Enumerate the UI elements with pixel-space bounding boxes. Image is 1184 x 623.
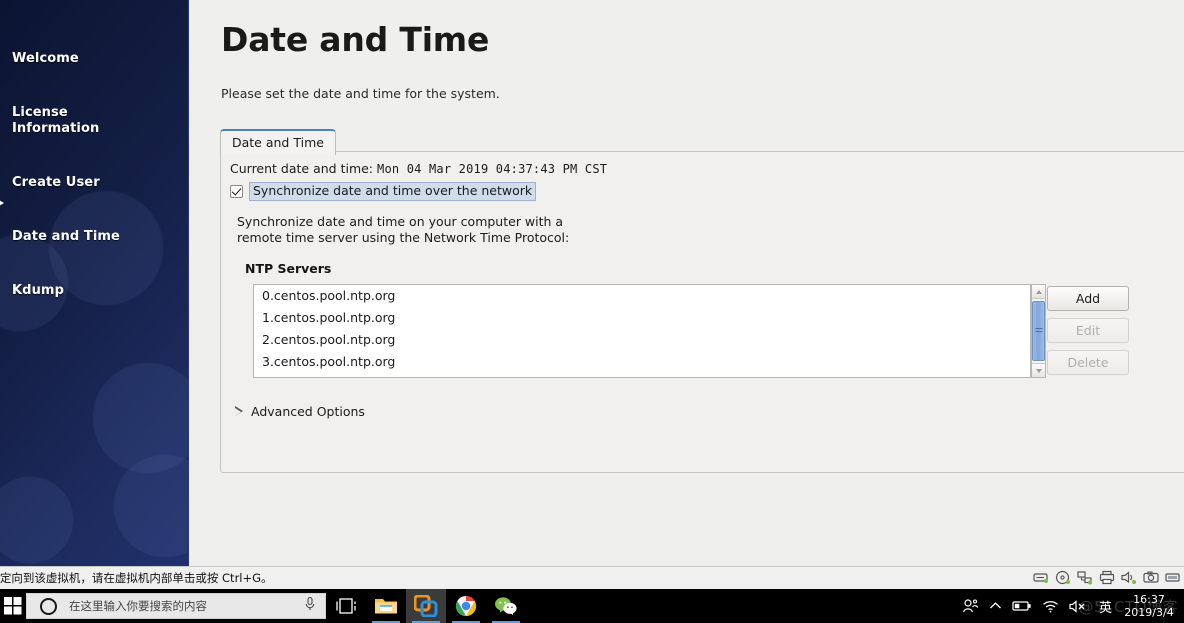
speaker-muted-icon[interactable] bbox=[1069, 599, 1089, 613]
list-item[interactable]: 2.centos.pool.ntp.org bbox=[254, 329, 1030, 351]
ntp-actions: Add Edit Delete bbox=[1047, 286, 1129, 382]
current-datetime-value: Mon 04 Mar 2019 04:37:43 PM CST bbox=[377, 162, 608, 176]
list-item[interactable]: 1.centos.pool.ntp.org bbox=[254, 307, 1030, 329]
add-button[interactable]: Add bbox=[1047, 286, 1129, 311]
tab-strip: Date and Time bbox=[220, 129, 336, 155]
sound-icon[interactable] bbox=[1121, 570, 1137, 585]
windows-taskbar: 在这里输入你要搜索的内容 英 16:37 2019/3/4 @51CTO博客 bbox=[0, 589, 1184, 623]
list-item[interactable]: 0.centos.pool.ntp.org bbox=[254, 285, 1030, 307]
sidebar-item-label: Create User bbox=[12, 175, 100, 190]
usb-icon[interactable] bbox=[1165, 570, 1181, 585]
taskbar-app-vmware-workstation[interactable] bbox=[406, 589, 446, 623]
virtual-machine-screen: Welcome License Information Create User … bbox=[0, 0, 1184, 566]
installer-nav: Welcome License Information Create User … bbox=[0, 16, 162, 302]
sidebar-item-label: Welcome bbox=[12, 51, 79, 66]
chevron-up-icon bbox=[1035, 289, 1042, 294]
network-icon[interactable] bbox=[1077, 570, 1093, 585]
sidebar-item-kdump[interactable]: Kdump bbox=[12, 248, 162, 302]
system-tray: 英 16:37 2019/3/4 @51CTO博客 bbox=[961, 589, 1184, 623]
sidebar-item-label: License Information bbox=[12, 105, 100, 136]
page-title: Date and Time bbox=[221, 20, 490, 59]
sync-description-line-2: remote time server using the Network Tim… bbox=[237, 230, 570, 245]
camera-icon[interactable] bbox=[1143, 570, 1159, 585]
taskbar-app-google-chrome[interactable] bbox=[446, 589, 486, 623]
main-content: Date and Time Please set the date and ti… bbox=[189, 0, 1184, 566]
sidebar-item-license-information[interactable]: License Information bbox=[12, 70, 162, 140]
sidebar-item-date-and-time[interactable]: Date and Time bbox=[0, 194, 162, 248]
chevron-right-icon bbox=[235, 406, 243, 417]
installer-sidebar: Welcome License Information Create User … bbox=[0, 0, 189, 566]
wifi-icon[interactable] bbox=[1042, 600, 1059, 613]
start-button[interactable] bbox=[0, 589, 26, 623]
scrollbar-track[interactable] bbox=[1032, 299, 1045, 363]
grip-icon bbox=[1035, 328, 1042, 334]
people-icon[interactable] bbox=[961, 598, 979, 614]
chevron-up-icon[interactable] bbox=[989, 601, 1002, 611]
ntp-servers-list[interactable]: 0.centos.pool.ntp.org 1.centos.pool.ntp.… bbox=[253, 284, 1031, 378]
taskbar-app-wechat[interactable] bbox=[486, 589, 526, 623]
page-subtitle: Please set the date and time for the sys… bbox=[221, 86, 500, 101]
edit-button: Edit bbox=[1047, 318, 1129, 343]
chevron-down-icon bbox=[1035, 368, 1042, 373]
cortana-icon bbox=[40, 597, 57, 615]
sync-description: Synchronize date and time on your comput… bbox=[237, 214, 569, 246]
scroll-up-button[interactable] bbox=[1032, 285, 1045, 299]
date-time-panel: Current date and time: Mon 04 Mar 2019 0… bbox=[220, 151, 1184, 473]
clock-time: 16:37 bbox=[1133, 593, 1165, 606]
clock-date: 2019/3/4 bbox=[1124, 606, 1174, 619]
current-datetime-label: Current date and time: bbox=[230, 161, 374, 176]
taskbar-app-file-explorer[interactable] bbox=[366, 589, 406, 623]
sync-network-row[interactable]: Synchronize date and time over the netwo… bbox=[230, 182, 537, 201]
search-input[interactable]: 在这里输入你要搜索的内容 bbox=[26, 593, 326, 619]
ntp-servers-heading: NTP Servers bbox=[245, 261, 332, 276]
task-view-button[interactable] bbox=[326, 589, 366, 623]
search-placeholder: 在这里输入你要搜索的内容 bbox=[69, 599, 207, 613]
sync-description-line-1: Synchronize date and time on your comput… bbox=[237, 214, 564, 229]
delete-button: Delete bbox=[1047, 350, 1129, 375]
sidebar-item-label: Kdump bbox=[12, 283, 64, 298]
advanced-options-label: Advanced Options bbox=[251, 404, 365, 419]
clock[interactable]: 16:37 2019/3/4 bbox=[1122, 593, 1176, 619]
sidebar-item-create-user[interactable]: Create User bbox=[12, 140, 162, 194]
scrollbar-thumb[interactable] bbox=[1032, 301, 1045, 361]
vmware-device-icons bbox=[1033, 570, 1181, 585]
list-item[interactable]: 3.centos.pool.ntp.org bbox=[254, 351, 1030, 373]
sync-network-label[interactable]: Synchronize date and time over the netwo… bbox=[249, 182, 537, 201]
battery-icon[interactable] bbox=[1012, 600, 1032, 612]
hard-disk-icon[interactable] bbox=[1033, 570, 1049, 585]
ntp-list-scrollbar[interactable] bbox=[1031, 284, 1046, 378]
vmware-status-bar: \定向到该虚拟机，请在虚拟机内部单击或按 Ctrl+G。 bbox=[0, 566, 1184, 589]
current-datetime: Current date and time: Mon 04 Mar 2019 0… bbox=[230, 161, 607, 176]
current-step-marker-icon bbox=[0, 200, 4, 206]
sidebar-item-label: Date and Time bbox=[12, 229, 120, 244]
cd-dvd-icon[interactable] bbox=[1055, 570, 1071, 585]
advanced-options-disclosure[interactable]: Advanced Options bbox=[235, 404, 365, 419]
tab-date-and-time[interactable]: Date and Time bbox=[220, 129, 336, 155]
scroll-down-button[interactable] bbox=[1032, 363, 1045, 377]
sidebar-item-welcome[interactable]: Welcome bbox=[12, 16, 162, 70]
sync-network-checkbox[interactable] bbox=[230, 185, 243, 198]
microphone-icon[interactable] bbox=[304, 596, 316, 616]
printer-icon[interactable] bbox=[1099, 570, 1115, 585]
vmware-input-hint: \定向到该虚拟机，请在虚拟机内部单击或按 Ctrl+G。 bbox=[0, 571, 273, 585]
ime-indicator[interactable]: 英 bbox=[1099, 597, 1112, 616]
